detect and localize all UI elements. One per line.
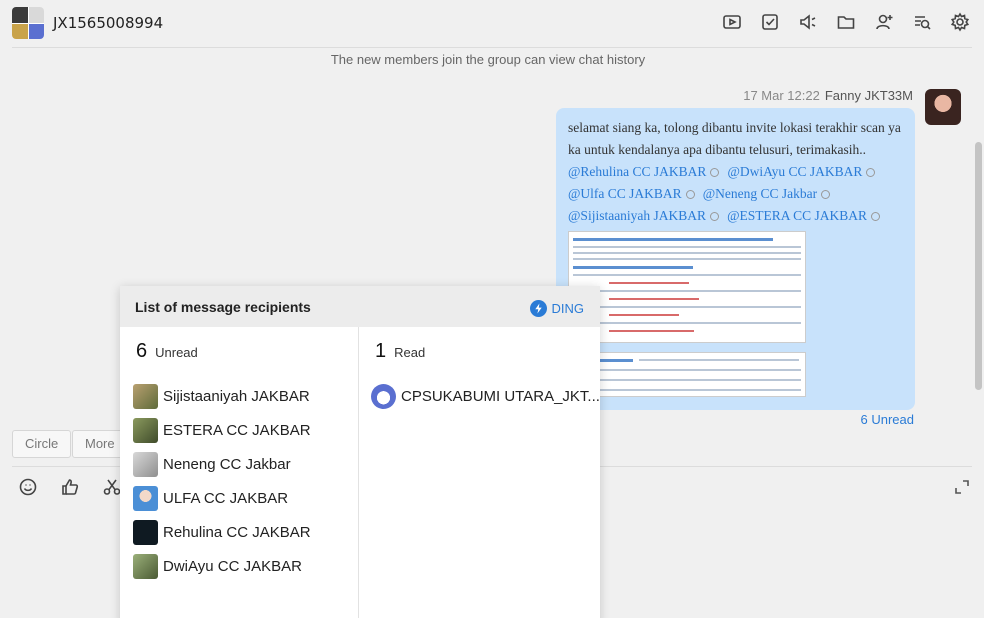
message-meta: 17 Mar 12:22 Fanny JKT33M [743, 88, 913, 103]
recipient-name: DwiAyu CC JAKBAR [163, 557, 302, 575]
mention-rehulina[interactable]: @Rehulina CC JAKBAR [568, 164, 706, 179]
list-item[interactable]: ULFA CC JAKBAR [133, 481, 311, 515]
recipient-name: ESTERA CC JAKBAR [163, 421, 311, 439]
read-status-icon [871, 212, 881, 221]
list-item[interactable]: CPSUKABUMI UTARA_JKT... [371, 379, 600, 413]
mention-ulfa[interactable]: @Ulfa CC JAKBAR [568, 186, 682, 201]
list-item[interactable]: Rehulina CC JAKBAR [133, 515, 311, 549]
avatar [133, 383, 158, 409]
mention-list: @Rehulina CC JAKBAR @DwiAyu CC JAKBAR @Ul… [568, 161, 903, 227]
unread-column: 6 Unread Sijistaaniyah JAKBAR ESTERA CC … [120, 327, 359, 618]
read-column: 1 Read CPSUKABUMI UTARA_JKT... [359, 327, 600, 618]
header-divider [12, 47, 972, 48]
message-sender[interactable]: Fanny JKT33M [825, 88, 913, 103]
header-toolbar [722, 12, 970, 32]
emoji-icon[interactable] [18, 477, 38, 497]
unread-count-link[interactable]: 6 Unread [861, 412, 914, 427]
unread-count: 6 Unread [136, 340, 198, 363]
recipient-name: CPSUKABUMI UTARA_JKT... [401, 387, 600, 405]
avatar [371, 383, 396, 409]
search-history-icon[interactable] [912, 12, 932, 32]
system-note: The new members join the group can view … [330, 52, 646, 67]
group-title[interactable]: JX1565008994 [53, 14, 163, 32]
message-time: 17 Mar 12:22 [743, 88, 820, 103]
list-item[interactable]: Sijistaaniyah JAKBAR [133, 379, 311, 413]
read-count: 1 Read [375, 340, 425, 363]
avatar [133, 553, 158, 579]
unread-count-number: 6 [136, 340, 148, 362]
recipient-name: Neneng CC Jakbar [163, 455, 291, 473]
read-status-icon [710, 212, 720, 221]
task-icon[interactable] [760, 12, 780, 32]
expand-icon[interactable] [954, 479, 970, 495]
recipient-columns: 6 Unread Sijistaaniyah JAKBAR ESTERA CC … [120, 327, 600, 618]
list-item[interactable]: ESTERA CC JAKBAR [133, 413, 311, 447]
mention-dwiayu[interactable]: @DwiAyu CC JAKBAR [727, 164, 862, 179]
recipient-name: Sijistaaniyah JAKBAR [163, 387, 310, 405]
read-count-number: 1 [375, 340, 387, 362]
scissors-icon[interactable] [102, 477, 122, 497]
announce-icon[interactable] [798, 12, 818, 32]
popup-title: List of message recipients [135, 298, 311, 315]
group-avatar[interactable] [12, 7, 44, 39]
list-item[interactable]: Neneng CC Jakbar [133, 447, 311, 481]
list-item[interactable]: DwiAyu CC JAKBAR [133, 549, 311, 583]
read-status-icon [821, 190, 831, 199]
chat-scrollbar[interactable] [975, 142, 982, 390]
read-status-icon [685, 190, 695, 199]
folder-icon[interactable] [836, 12, 856, 32]
message-bubble[interactable]: selamat siang ka, tolong dibantu invite … [556, 108, 915, 410]
read-list: CPSUKABUMI UTARA_JKT... [371, 379, 600, 413]
video-icon[interactable] [722, 12, 742, 32]
attached-screenshot[interactable] [568, 352, 806, 397]
read-status-icon [710, 168, 720, 177]
message-text: selamat siang ka, tolong dibantu invite … [568, 120, 901, 157]
avatar [133, 485, 158, 511]
mention-sijistaaniyah[interactable]: @Sijistaaniyah JAKBAR [568, 208, 706, 223]
unread-list: Sijistaaniyah JAKBAR ESTERA CC JAKBAR Ne… [133, 379, 311, 583]
recipient-name: ULFA CC JAKBAR [163, 489, 289, 507]
mention-estera[interactable]: @ESTERA CC JAKBAR [727, 208, 867, 223]
ding-label: DING [551, 301, 585, 316]
avatar [133, 519, 158, 545]
input-toolbar [18, 477, 122, 497]
avatar [133, 451, 158, 477]
settings-icon[interactable] [950, 12, 970, 32]
ding-icon [529, 300, 547, 317]
mention-neneng[interactable]: @Neneng CC Jakbar [703, 186, 817, 201]
recipients-popup: List of message recipients DING 6 Unread… [120, 286, 600, 618]
chat-header: JX1565008994 [0, 0, 984, 47]
unread-count-label: Unread [155, 345, 198, 360]
attached-screenshot[interactable] [568, 231, 806, 343]
avatar [133, 417, 158, 443]
read-status-icon [866, 168, 876, 177]
sender-avatar[interactable] [925, 89, 961, 125]
circle-button[interactable]: Circle [12, 430, 72, 458]
add-member-icon[interactable] [874, 12, 894, 32]
popup-header: List of message recipients DING [120, 286, 600, 327]
read-count-label: Read [394, 345, 426, 360]
ding-button[interactable]: DING [529, 300, 585, 317]
thumbs-up-icon[interactable] [60, 477, 80, 497]
recipient-name: Rehulina CC JAKBAR [163, 523, 311, 541]
